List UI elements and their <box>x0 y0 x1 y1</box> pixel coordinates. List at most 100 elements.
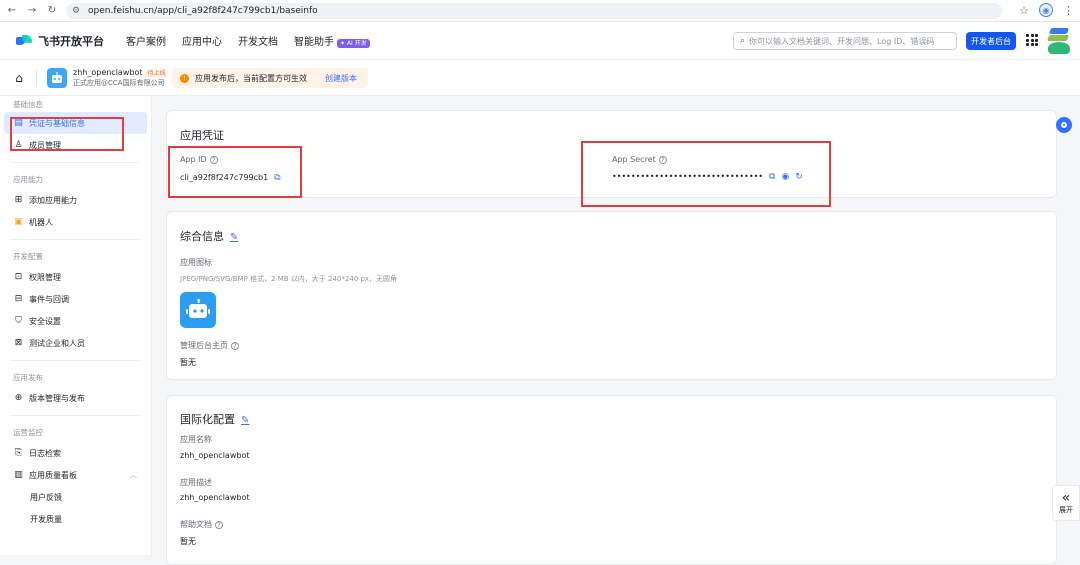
divider <box>10 239 141 240</box>
i18n-title-text: 国际化配置 <box>180 413 235 426</box>
browser-toolbar: ← → ↻ ⚙ open.feishu.cn/app/cli_a92f8f247… <box>0 0 1080 22</box>
publish-notice: ! 应用发布后，当前配置方可生效 创建版本 <box>172 68 368 88</box>
expand-label: 展开 <box>1059 506 1073 514</box>
double-chevron-left-icon: « <box>1061 490 1071 506</box>
search-icon: ⌕ <box>740 36 746 46</box>
nav-ai-assistant[interactable]: 智能助手 ✦ AI 开发 <box>294 33 370 48</box>
nav-customer-cases[interactable]: 客户案例 <box>126 33 166 48</box>
chevron-up-icon[interactable]: ︿ <box>130 470 137 480</box>
test-icon: ⊠ <box>14 338 23 348</box>
app-avatar-robot-icon <box>47 67 67 88</box>
divider <box>10 162 141 163</box>
highlight-box <box>10 117 124 151</box>
user-avatar[interactable] <box>1046 28 1072 54</box>
app-subheader: ⌂ zhh_openclawbot 待上线 正式应用@CCA国际有限公司 ! 应用… <box>0 60 1080 96</box>
sidebar-item-label: 安全设置 <box>29 316 61 326</box>
logo-text: 飞书开放平台 <box>38 34 104 48</box>
sidebar-group-capabilities: 应用能力 <box>13 174 43 184</box>
homepage-label-text: 管理后台主页 <box>180 341 228 350</box>
sidebar-group-dev-config: 开发配置 <box>13 251 43 261</box>
sidebar-item-label: 权限管理 <box>29 272 61 282</box>
reload-icon[interactable]: ↻ <box>44 3 60 19</box>
icon-hint: JPEG/PNG/SVG/BMP 格式，2 MB 以内，大于 240*240 p… <box>180 275 398 283</box>
expand-panel-button[interactable]: « 展开 <box>1052 485 1080 521</box>
app-name: zhh_openclawbot <box>73 67 143 77</box>
app-icon-robot[interactable] <box>180 292 216 328</box>
general-info-card: 综合信息 ✎ 应用图标 JPEG/PNG/SVG/BMP 格式，2 MB 以内，大… <box>166 211 1057 380</box>
app-grid-icon[interactable] <box>1026 34 1038 46</box>
homepage-value: 暂无 <box>180 358 196 367</box>
credentials-title: 应用凭证 <box>180 129 224 142</box>
highlight-box <box>581 141 831 207</box>
lock-icon: ⊡ <box>14 272 23 282</box>
sidebar-item-events[interactable]: ⊟ 事件与回调 <box>0 288 151 310</box>
edit-icon[interactable]: ✎ <box>241 415 249 426</box>
robot-icon: ▣ <box>14 217 23 227</box>
help-icon[interactable]: ? <box>231 341 239 350</box>
address-bar[interactable]: ⚙ open.feishu.cn/app/cli_a92f8f247c799cb… <box>66 3 1002 19</box>
help-doc-label: 帮助文档? <box>180 519 223 530</box>
edit-icon[interactable]: ✎ <box>230 232 238 243</box>
ai-badge: ✦ AI 开发 <box>337 38 370 48</box>
sidebar-item-logs[interactable]: ⎘ 日志检索 <box>0 442 151 464</box>
chart-icon: ▥ <box>14 470 23 480</box>
nav-dev-docs[interactable]: 开发文档 <box>238 33 278 48</box>
app-org: 正式应用@CCA国际有限公司 <box>73 78 165 87</box>
icon-label: 应用图标 <box>180 258 212 267</box>
sidebar-item-label: 日志检索 <box>29 448 61 458</box>
sidebar-group-basic: 基础信息 <box>13 99 43 109</box>
i18n-title: 国际化配置 ✎ <box>180 411 249 427</box>
sidebar-item-label: 添加应用能力 <box>29 195 77 205</box>
sidebar-item-security[interactable]: ⛉ 安全设置 <box>0 310 151 332</box>
sidebar-item-label: 应用质量看板 <box>29 470 77 480</box>
sidebar-item-test-users[interactable]: ⊠ 测试企业和人员 <box>0 332 151 354</box>
app-desc-value: zhh_openclawbot <box>180 493 250 502</box>
divider <box>10 360 141 361</box>
nav-ai-assistant-label: 智能助手 <box>294 37 334 48</box>
sidebar: 基础信息 ▤ 凭证与基础信息 ♙ 成员管理 应用能力 ⊞ 添加应用能力 ▣ 机器人 开发… <box>0 96 152 555</box>
sidebar-item-bot[interactable]: ▣ 机器人 <box>0 211 151 233</box>
log-icon: ⎘ <box>14 448 23 458</box>
sidebar-item-label: 事件与回调 <box>29 294 69 304</box>
sidebar-item-label: 机器人 <box>29 217 53 227</box>
help-doc-label-text: 帮助文档 <box>180 520 212 529</box>
back-icon[interactable]: ← <box>4 3 20 19</box>
sidebar-subitem-feedback[interactable]: 用户反馈 <box>0 486 151 508</box>
sidebar-item-label: 版本管理与发布 <box>29 393 85 403</box>
profile-icon[interactable]: ◉ <box>1039 3 1053 17</box>
sidebar-group-monitoring: 运营监控 <box>13 427 43 437</box>
sidebar-item-add-capability[interactable]: ⊞ 添加应用能力 <box>0 189 151 211</box>
assistant-bubble-icon[interactable] <box>1056 117 1072 133</box>
top-nav: 客户案例 应用中心 开发文档 智能助手 ✦ AI 开发 <box>126 33 370 48</box>
sidebar-item-permissions[interactable]: ⊡ 权限管理 <box>0 266 151 288</box>
dev-console-button[interactable]: 开发者后台 <box>966 32 1016 50</box>
app-desc-label: 应用描述 <box>180 478 212 487</box>
warning-icon: ! <box>180 73 189 83</box>
bookmark-star-icon[interactable]: ☆ <box>1019 4 1029 17</box>
forward-icon[interactable]: → <box>24 3 40 19</box>
feishu-logo[interactable]: 飞书开放平台 <box>16 33 104 49</box>
browser-menu-icon[interactable]: ⋮ <box>1063 4 1074 17</box>
general-info-title-text: 综合信息 <box>180 230 224 243</box>
home-icon[interactable]: ⌂ <box>12 71 26 85</box>
nav-app-center[interactable]: 应用中心 <box>182 33 222 48</box>
help-icon[interactable]: ? <box>215 520 223 529</box>
shield-icon: ⛉ <box>15 316 22 326</box>
app-name-label: 应用名称 <box>180 435 212 444</box>
help-doc-value: 暂无 <box>180 537 196 546</box>
url-text: open.feishu.cn/app/cli_a92f8f247c799cb1/… <box>88 6 318 16</box>
sidebar-subitem-dev-quality[interactable]: 开发质量 <box>0 508 151 530</box>
highlight-box <box>168 146 302 198</box>
search-input[interactable]: ⌕ 你可以输入文档关键词、开发问题、Log ID、错误码 <box>733 32 957 50</box>
i18n-card: 国际化配置 ✎ 应用名称 zhh_openclawbot 应用描述 zhh_ope… <box>166 395 1057 565</box>
sidebar-item-quality[interactable]: ▥ 应用质量看板 ︿ <box>0 464 151 486</box>
search-placeholder: 你可以输入文档关键词、开发问题、Log ID、错误码 <box>749 36 935 46</box>
feishu-logo-icon <box>16 34 32 47</box>
upload-icon: ⊕ <box>14 393 23 403</box>
app-header: 飞书开放平台 客户案例 应用中心 开发文档 智能助手 ✦ AI 开发 ⌕ 你可以输… <box>0 22 1080 60</box>
create-version-link[interactable]: 创建版本 <box>325 73 357 84</box>
sidebar-item-label: 测试企业和人员 <box>29 338 85 348</box>
sidebar-item-versions[interactable]: ⊕ 版本管理与发布 <box>0 387 151 409</box>
site-info-icon[interactable]: ⚙ <box>72 6 82 16</box>
notice-text: 应用发布后，当前配置方可生效 <box>195 73 307 83</box>
